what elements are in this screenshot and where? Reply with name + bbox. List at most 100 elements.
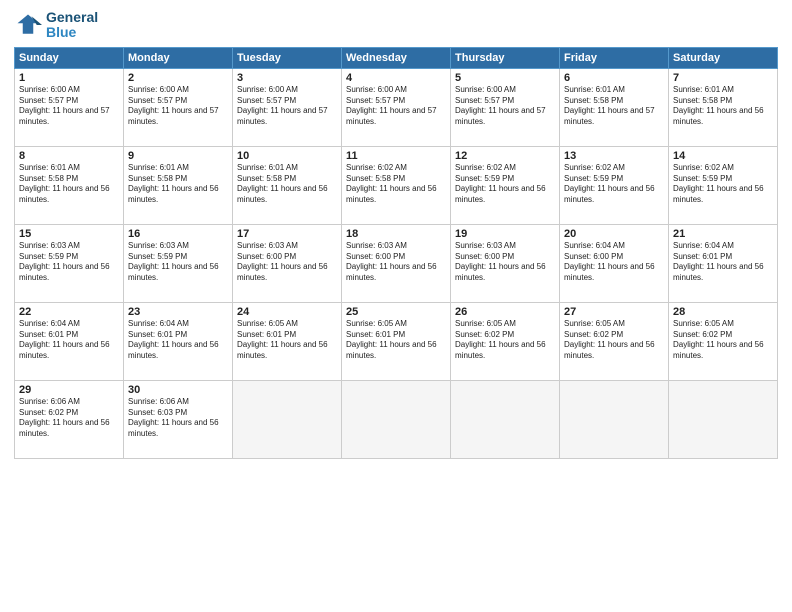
day-info: Sunrise: 6:05 AMSunset: 6:01 PMDaylight:… <box>346 319 446 362</box>
day-number: 28 <box>673 306 773 318</box>
day-info: Sunrise: 6:04 AMSunset: 6:01 PMDaylight:… <box>673 241 773 284</box>
day-info: Sunrise: 6:02 AMSunset: 5:58 PMDaylight:… <box>346 163 446 206</box>
day-info: Sunrise: 6:03 AMSunset: 5:59 PMDaylight:… <box>19 241 119 284</box>
day-info: Sunrise: 6:03 AMSunset: 6:00 PMDaylight:… <box>237 241 337 284</box>
calendar-day: 14Sunrise: 6:02 AMSunset: 5:59 PMDayligh… <box>669 146 778 224</box>
day-info: Sunrise: 6:06 AMSunset: 6:02 PMDaylight:… <box>19 397 119 440</box>
calendar-week: 1 Sunrise: 6:00 AMSunset: 5:57 PMDaylight… <box>15 68 778 146</box>
weekday-header: Wednesday <box>342 47 451 68</box>
day-number: 14 <box>673 150 773 162</box>
day-info: Sunrise: 6:01 AMSunset: 5:58 PMDaylight:… <box>564 85 664 128</box>
day-info: Sunrise: 6:02 AMSunset: 5:59 PMDaylight:… <box>673 163 773 206</box>
calendar-day: 28Sunrise: 6:05 AMSunset: 6:02 PMDayligh… <box>669 302 778 380</box>
weekday-header: Sunday <box>15 47 124 68</box>
weekday-header: Friday <box>560 47 669 68</box>
day-number: 17 <box>237 228 337 240</box>
day-info: Sunrise: 6:03 AMSunset: 6:00 PMDaylight:… <box>455 241 555 284</box>
day-number: 7 <box>673 72 773 84</box>
calendar-day: 20Sunrise: 6:04 AMSunset: 6:00 PMDayligh… <box>560 224 669 302</box>
day-info: Sunrise: 6:05 AMSunset: 6:01 PMDaylight:… <box>237 319 337 362</box>
day-info: Sunrise: 6:05 AMSunset: 6:02 PMDaylight:… <box>455 319 555 362</box>
day-number: 16 <box>128 228 228 240</box>
day-number: 3 <box>237 72 337 84</box>
day-info: Sunrise: 6:03 AMSunset: 6:00 PMDaylight:… <box>346 241 446 284</box>
day-number: 21 <box>673 228 773 240</box>
calendar-day: 7Sunrise: 6:01 AMSunset: 5:58 PMDaylight… <box>669 68 778 146</box>
day-number: 5 <box>455 72 555 84</box>
day-info: Sunrise: 6:01 AMSunset: 5:58 PMDaylight:… <box>19 163 119 206</box>
day-info: Sunrise: 6:01 AMSunset: 5:58 PMDaylight:… <box>237 163 337 206</box>
page: General Blue SundayMondayTuesdayWednesda… <box>0 0 792 612</box>
day-number: 30 <box>128 384 228 396</box>
calendar-day: 5Sunrise: 6:00 AMSunset: 5:57 PMDaylight… <box>451 68 560 146</box>
day-number: 19 <box>455 228 555 240</box>
calendar-day: 12Sunrise: 6:02 AMSunset: 5:59 PMDayligh… <box>451 146 560 224</box>
day-number: 9 <box>128 150 228 162</box>
header: General Blue <box>14 10 778 41</box>
day-number: 4 <box>346 72 446 84</box>
calendar-day <box>233 380 342 458</box>
calendar-day: 18Sunrise: 6:03 AMSunset: 6:00 PMDayligh… <box>342 224 451 302</box>
day-number: 26 <box>455 306 555 318</box>
calendar-day: 15Sunrise: 6:03 AMSunset: 5:59 PMDayligh… <box>15 224 124 302</box>
day-number: 8 <box>19 150 119 162</box>
day-info: Sunrise: 6:04 AMSunset: 6:00 PMDaylight:… <box>564 241 664 284</box>
day-info: Sunrise: 6:00 AMSunset: 5:57 PMDaylight:… <box>346 85 446 128</box>
logo: General Blue <box>14 10 98 41</box>
day-number: 1 <box>19 72 119 84</box>
day-info: Sunrise: 6:05 AMSunset: 6:02 PMDaylight:… <box>673 319 773 362</box>
day-number: 6 <box>564 72 664 84</box>
calendar-day: 4Sunrise: 6:00 AMSunset: 5:57 PMDaylight… <box>342 68 451 146</box>
calendar-week: 8Sunrise: 6:01 AMSunset: 5:58 PMDaylight… <box>15 146 778 224</box>
weekday-header: Thursday <box>451 47 560 68</box>
weekday-header: Monday <box>124 47 233 68</box>
calendar-day: 13Sunrise: 6:02 AMSunset: 5:59 PMDayligh… <box>560 146 669 224</box>
day-info: Sunrise: 6:00 AMSunset: 5:57 PMDaylight:… <box>128 85 228 128</box>
day-number: 25 <box>346 306 446 318</box>
logo-icon <box>14 11 42 39</box>
calendar-day: 10Sunrise: 6:01 AMSunset: 5:58 PMDayligh… <box>233 146 342 224</box>
day-info: Sunrise: 6:00 AMSunset: 5:57 PMDaylight:… <box>237 85 337 128</box>
calendar-day: 6Sunrise: 6:01 AMSunset: 5:58 PMDaylight… <box>560 68 669 146</box>
day-number: 12 <box>455 150 555 162</box>
day-number: 18 <box>346 228 446 240</box>
day-number: 2 <box>128 72 228 84</box>
day-info: Sunrise: 6:06 AMSunset: 6:03 PMDaylight:… <box>128 397 228 440</box>
day-number: 22 <box>19 306 119 318</box>
day-info: Sunrise: 6:00 AMSunset: 5:57 PMDaylight:… <box>455 85 555 128</box>
calendar-day <box>669 380 778 458</box>
calendar-day: 26Sunrise: 6:05 AMSunset: 6:02 PMDayligh… <box>451 302 560 380</box>
calendar-week: 22Sunrise: 6:04 AMSunset: 6:01 PMDayligh… <box>15 302 778 380</box>
calendar-day: 16Sunrise: 6:03 AMSunset: 5:59 PMDayligh… <box>124 224 233 302</box>
logo-text: General Blue <box>46 10 98 41</box>
day-info: Sunrise: 6:04 AMSunset: 6:01 PMDaylight:… <box>128 319 228 362</box>
calendar-week: 29Sunrise: 6:06 AMSunset: 6:02 PMDayligh… <box>15 380 778 458</box>
day-info: Sunrise: 6:05 AMSunset: 6:02 PMDaylight:… <box>564 319 664 362</box>
day-info: Sunrise: 6:01 AMSunset: 5:58 PMDaylight:… <box>673 85 773 128</box>
day-info: Sunrise: 6:04 AMSunset: 6:01 PMDaylight:… <box>19 319 119 362</box>
calendar-day: 25Sunrise: 6:05 AMSunset: 6:01 PMDayligh… <box>342 302 451 380</box>
calendar-day: 23Sunrise: 6:04 AMSunset: 6:01 PMDayligh… <box>124 302 233 380</box>
calendar-day: 21Sunrise: 6:04 AMSunset: 6:01 PMDayligh… <box>669 224 778 302</box>
calendar-day: 27Sunrise: 6:05 AMSunset: 6:02 PMDayligh… <box>560 302 669 380</box>
day-info: Sunrise: 6:03 AMSunset: 5:59 PMDaylight:… <box>128 241 228 284</box>
day-number: 13 <box>564 150 664 162</box>
calendar-day: 11Sunrise: 6:02 AMSunset: 5:58 PMDayligh… <box>342 146 451 224</box>
calendar-day: 3Sunrise: 6:00 AMSunset: 5:57 PMDaylight… <box>233 68 342 146</box>
day-info: Sunrise: 6:02 AMSunset: 5:59 PMDaylight:… <box>455 163 555 206</box>
calendar-day: 8Sunrise: 6:01 AMSunset: 5:58 PMDaylight… <box>15 146 124 224</box>
calendar-day: 29Sunrise: 6:06 AMSunset: 6:02 PMDayligh… <box>15 380 124 458</box>
calendar-day: 1Sunrise: 6:00 AMSunset: 5:57 PMDaylight… <box>15 68 124 146</box>
calendar-day <box>342 380 451 458</box>
day-info: Sunrise: 6:01 AMSunset: 5:58 PMDaylight:… <box>128 163 228 206</box>
day-number: 29 <box>19 384 119 396</box>
calendar-day: 19Sunrise: 6:03 AMSunset: 6:00 PMDayligh… <box>451 224 560 302</box>
day-number: 15 <box>19 228 119 240</box>
day-number: 11 <box>346 150 446 162</box>
calendar-day: 22Sunrise: 6:04 AMSunset: 6:01 PMDayligh… <box>15 302 124 380</box>
calendar-table: SundayMondayTuesdayWednesdayThursdayFrid… <box>14 47 778 459</box>
calendar-day: 24Sunrise: 6:05 AMSunset: 6:01 PMDayligh… <box>233 302 342 380</box>
calendar-body: 1 Sunrise: 6:00 AMSunset: 5:57 PMDaylight… <box>15 68 778 458</box>
day-number: 10 <box>237 150 337 162</box>
day-number: 24 <box>237 306 337 318</box>
